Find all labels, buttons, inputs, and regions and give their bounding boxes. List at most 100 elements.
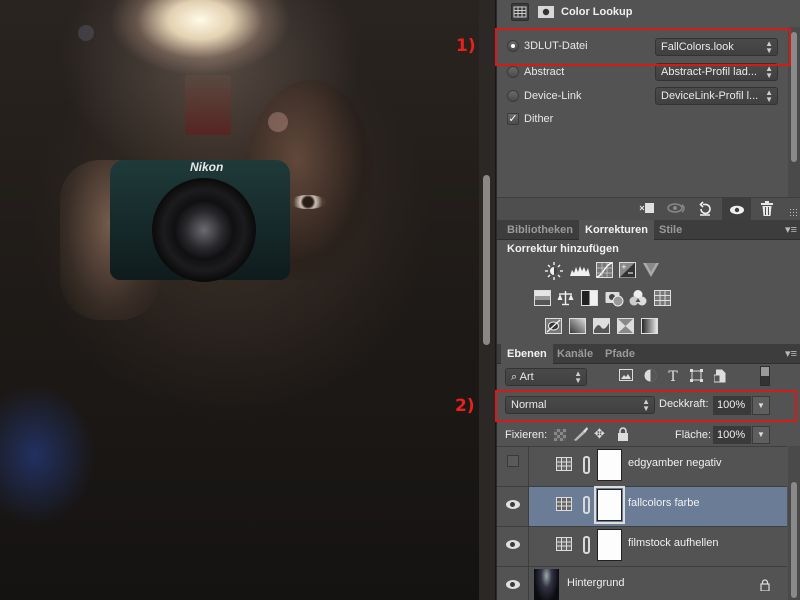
layer-name[interactable]: Hintergrund bbox=[567, 577, 624, 589]
tab-bibliotheken[interactable]: Bibliotheken bbox=[501, 220, 579, 240]
clip-to-layer-icon[interactable] bbox=[637, 201, 657, 217]
select-arrows-icon: ▲ ▼ bbox=[765, 64, 773, 80]
layer-visibility-toggle[interactable] bbox=[497, 527, 529, 566]
image-filter-icon[interactable] bbox=[618, 369, 634, 385]
layers-tab-strip: Ebenen Kanäle Pfade ▾≡ bbox=[497, 344, 800, 364]
panel-menu-icon[interactable]: ▾≡ bbox=[785, 347, 797, 360]
exposure-icon[interactable]: + bbox=[619, 262, 636, 278]
trash-icon[interactable] bbox=[757, 201, 777, 217]
type-filter-icon[interactable]: T bbox=[665, 369, 681, 385]
reset-icon[interactable] bbox=[695, 201, 715, 217]
svg-text:+: + bbox=[621, 263, 627, 271]
adjustments-title: Korrektur hinzufügen bbox=[507, 243, 619, 255]
canvas-vertical-scrollbar[interactable] bbox=[479, 0, 495, 600]
canvas-scrollbar-thumb[interactable] bbox=[483, 175, 490, 345]
mask-link-icon[interactable] bbox=[583, 456, 590, 474]
layer-lock-icon bbox=[760, 579, 770, 592]
tab-pfade[interactable]: Pfade bbox=[599, 344, 641, 364]
document-canvas[interactable]: Nikon 1) 2) bbox=[0, 0, 479, 600]
smart-object-filter-icon[interactable] bbox=[712, 369, 728, 385]
visibility-eye-icon[interactable] bbox=[506, 540, 520, 549]
fill-dropdown-icon[interactable]: ▼ bbox=[752, 426, 770, 444]
layer-row[interactable]: filmstock aufhellen bbox=[497, 527, 787, 567]
dither-label: Dither bbox=[524, 113, 554, 125]
hue-saturation-icon[interactable] bbox=[534, 290, 551, 306]
tab-stile[interactable]: Stile bbox=[653, 220, 688, 240]
layer-visibility-toggle[interactable] bbox=[497, 447, 529, 486]
vibrance-icon[interactable] bbox=[643, 263, 659, 279]
tab-kanaele[interactable]: Kanäle bbox=[551, 344, 599, 364]
tab-ebenen[interactable]: Ebenen bbox=[501, 344, 553, 364]
color-lookup-layer-icon bbox=[556, 457, 572, 471]
dither-option[interactable]: ✓ Dither bbox=[507, 109, 553, 129]
lock-position-icon[interactable]: ✥ bbox=[594, 426, 605, 442]
properties-scrollbar-thumb[interactable] bbox=[791, 32, 797, 162]
radio-device-link[interactable] bbox=[507, 90, 519, 102]
select-arrows-icon: ▲ ▼ bbox=[574, 369, 582, 385]
color-lookup-layer-icon bbox=[556, 497, 572, 511]
layer-name[interactable]: fallcolors farbe bbox=[628, 497, 700, 509]
layer-name[interactable]: filmstock aufhellen bbox=[628, 537, 719, 549]
photo-lens bbox=[152, 178, 256, 282]
black-white-icon[interactable] bbox=[581, 290, 598, 306]
radio-abstract[interactable] bbox=[507, 66, 519, 78]
photo-filter-icon[interactable] bbox=[605, 289, 625, 307]
posterize-icon[interactable] bbox=[569, 318, 586, 334]
annotation-2: 2) bbox=[455, 396, 475, 416]
color-lookup-icon[interactable] bbox=[654, 290, 671, 306]
device-link-profile-select[interactable]: DeviceLink-Profil l... ▲ ▼ bbox=[655, 87, 778, 105]
select-value: DeviceLink-Profil l... bbox=[661, 90, 759, 102]
mask-link-icon[interactable] bbox=[583, 536, 590, 554]
channel-mixer-icon[interactable] bbox=[629, 289, 647, 306]
option-device-link[interactable]: Device-Link bbox=[507, 86, 581, 106]
layer-filter-kind-select[interactable]: ⌕ Art ▲ ▼ bbox=[505, 368, 587, 386]
layer-mask-thumbnail[interactable] bbox=[594, 486, 625, 524]
visibility-icon[interactable] bbox=[722, 198, 751, 220]
view-previous-state-icon[interactable] bbox=[667, 201, 687, 217]
highlight-box-2 bbox=[495, 390, 797, 422]
photo-bokeh bbox=[268, 112, 288, 132]
layers-scrollbar-thumb[interactable] bbox=[791, 482, 797, 598]
dither-checkbox[interactable]: ✓ bbox=[507, 113, 519, 125]
option-label: Abstract bbox=[524, 66, 565, 78]
select-arrows-icon: ▲ ▼ bbox=[765, 88, 773, 104]
selective-color-icon[interactable] bbox=[617, 318, 634, 334]
select-value: Art bbox=[519, 371, 534, 383]
levels-icon[interactable] bbox=[570, 262, 590, 278]
mask-link-icon[interactable] bbox=[583, 496, 590, 514]
layer-visibility-toggle[interactable] bbox=[497, 487, 529, 526]
resize-grip-icon[interactable] bbox=[789, 208, 799, 218]
layer-mask-thumbnail[interactable] bbox=[597, 449, 622, 481]
highlight-box-1 bbox=[495, 28, 791, 66]
layer-row[interactable]: edgyamber negativ bbox=[497, 447, 787, 487]
filter-toggle-switch[interactable] bbox=[760, 366, 770, 386]
visibility-eye-icon[interactable] bbox=[506, 580, 520, 589]
mask-icon[interactable] bbox=[537, 3, 555, 21]
shape-filter-icon[interactable] bbox=[688, 369, 704, 385]
color-lookup-layer-icon bbox=[556, 537, 572, 551]
layer-thumbnail[interactable] bbox=[534, 569, 559, 600]
invert-icon[interactable] bbox=[545, 318, 562, 334]
properties-footer bbox=[497, 197, 800, 220]
lock-all-icon[interactable] bbox=[617, 427, 629, 444]
layer-row[interactable]: fallcolors farbe bbox=[497, 486, 787, 527]
lock-image-pixels-icon[interactable] bbox=[573, 427, 589, 444]
adjustment-grid-icon[interactable] bbox=[511, 3, 529, 21]
layer-name[interactable]: edgyamber negativ bbox=[628, 457, 722, 469]
adjustment-filter-icon[interactable] bbox=[642, 369, 658, 385]
curves-icon[interactable] bbox=[596, 262, 613, 278]
panel-menu-icon[interactable]: ▾≡ bbox=[785, 223, 797, 236]
color-balance-icon[interactable] bbox=[557, 290, 574, 306]
brightness-contrast-icon[interactable] bbox=[545, 262, 563, 280]
visibility-off-icon[interactable] bbox=[507, 455, 519, 467]
layer-visibility-toggle[interactable] bbox=[497, 567, 529, 600]
fill-input[interactable]: 100% bbox=[713, 426, 751, 444]
visibility-eye-icon[interactable] bbox=[506, 500, 520, 509]
tab-korrekturen[interactable]: Korrekturen bbox=[579, 220, 654, 240]
layer-row[interactable]: Hintergrund bbox=[497, 567, 787, 600]
layer-mask-thumbnail[interactable] bbox=[597, 529, 622, 561]
layers-scrollbar[interactable] bbox=[788, 446, 800, 600]
threshold-icon[interactable] bbox=[593, 318, 610, 334]
lock-transparent-pixels-icon[interactable] bbox=[554, 429, 566, 441]
gradient-map-icon[interactable] bbox=[641, 318, 658, 334]
